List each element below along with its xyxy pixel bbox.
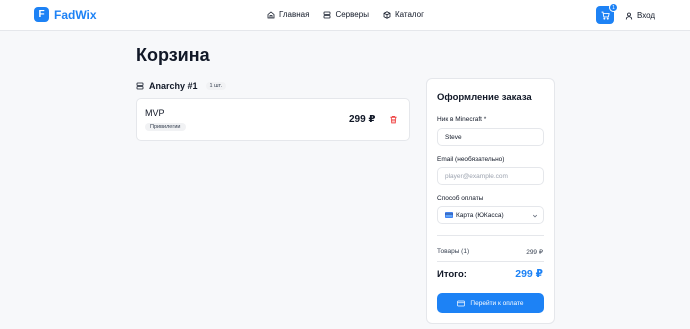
box-icon xyxy=(383,10,391,19)
payment-select[interactable]: Карта (ЮКасса) xyxy=(437,206,544,224)
nav-label-servers: Серверы xyxy=(335,10,369,19)
login-button[interactable]: Вход xyxy=(625,11,655,20)
divider xyxy=(437,235,544,236)
main-nav: Главная Серверы Каталог xyxy=(267,10,424,19)
divider xyxy=(437,261,544,262)
logo-icon: F xyxy=(34,7,49,22)
card-icon xyxy=(445,212,453,218)
nav-item-catalog[interactable]: Каталог xyxy=(383,10,424,19)
nav-item-home[interactable]: Главная xyxy=(267,10,309,19)
nav-label-catalog: Каталог xyxy=(394,10,425,19)
server-icon xyxy=(324,11,331,18)
server-name: Anarchy #1 xyxy=(149,81,198,91)
user-icon xyxy=(625,12,633,20)
item-category-badge: Привилегии xyxy=(145,123,186,131)
total-value: 299 ₽ xyxy=(515,268,543,280)
credit-card-icon xyxy=(457,300,466,306)
pay-button[interactable]: Перейти к оплате xyxy=(437,293,544,313)
server-icon xyxy=(136,82,144,90)
item-price: 299 ₽ xyxy=(349,114,376,125)
cart-icon xyxy=(601,11,610,20)
logo-text: FadWix xyxy=(54,7,97,22)
chevron-down-icon xyxy=(532,214,538,218)
login-label: Вход xyxy=(637,11,656,20)
payment-label: Способ оплаты xyxy=(437,195,484,202)
email-input[interactable]: player@example.com xyxy=(437,167,544,185)
quantity-badge: 1 шт. xyxy=(205,82,226,90)
home-icon xyxy=(267,10,275,18)
page-title: Корзина xyxy=(136,45,210,65)
cart-item: MVP Привилегии 299 ₽ xyxy=(136,98,410,141)
nav-label-home: Главная xyxy=(279,10,310,19)
trash-icon[interactable] xyxy=(389,115,398,124)
nick-input[interactable]: Steve xyxy=(437,128,544,146)
payment-value: Карта (ЮКасса) xyxy=(456,211,504,219)
checkout-title: Оформление заказа xyxy=(437,92,532,103)
top-header: F FadWix Главная Серверы Каталог 1 Вход xyxy=(0,0,690,31)
cart-server-group: Anarchy #1 1 шт. xyxy=(136,81,226,91)
checkout-panel: Оформление заказа Ник в Minecraft * Stev… xyxy=(426,78,555,324)
nick-label: Ник в Minecraft * xyxy=(437,116,487,123)
cart-count-badge: 1 xyxy=(609,3,618,12)
item-name: MVP xyxy=(145,108,165,118)
email-label: Email (необязательно) xyxy=(437,156,505,163)
subtotal-value: 299 ₽ xyxy=(526,249,543,256)
subtotal-label: Товары (1) xyxy=(437,248,470,255)
pay-button-label: Перейти к оплате xyxy=(470,299,524,307)
total-label: Итого: xyxy=(437,269,467,280)
logo[interactable]: F FadWix xyxy=(34,7,97,22)
cart-button[interactable]: 1 xyxy=(596,3,618,24)
nav-item-servers[interactable]: Серверы xyxy=(323,10,369,19)
